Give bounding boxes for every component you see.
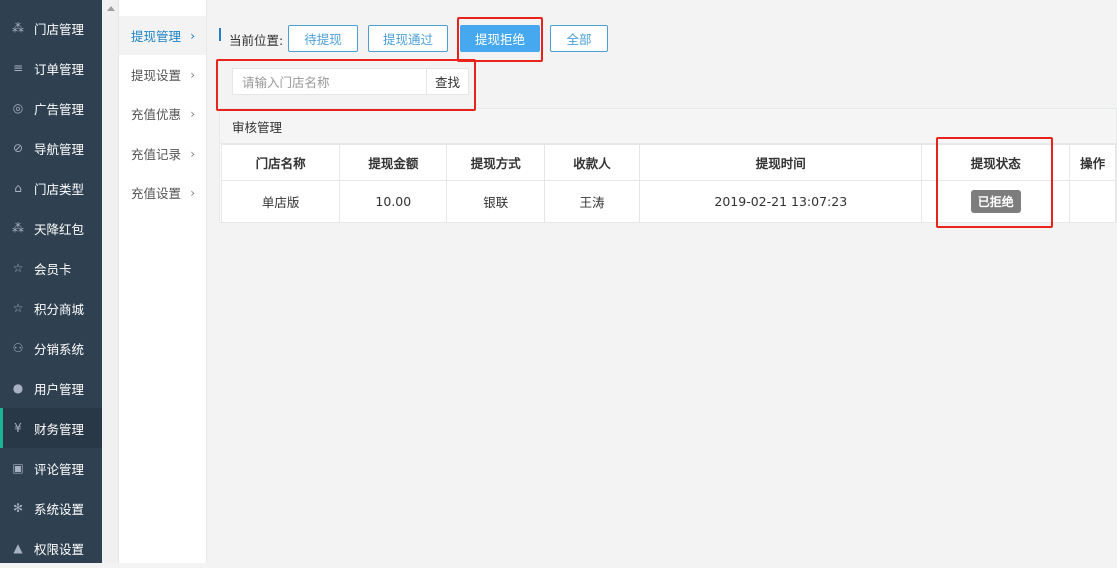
search-button[interactable]: 查找 bbox=[426, 68, 469, 95]
cell-status: 已拒绝 bbox=[921, 180, 1071, 223]
sidebar-item-store-management[interactable]: ⁂ 门店管理 bbox=[0, 8, 102, 48]
sidebar-item-label: 广告管理 bbox=[34, 101, 85, 117]
sidebar-item-label: 分销系统 bbox=[34, 341, 85, 357]
column-header-action: 操作 bbox=[1069, 144, 1116, 181]
table-row: 单店版 10.00 银联 王涛 2019-02-21 13:07:23 已拒绝 bbox=[220, 180, 1116, 223]
scroll-up-icon[interactable] bbox=[107, 6, 115, 11]
submenu-item-label: 充值设置 bbox=[131, 186, 182, 201]
sidebar-item-label: 导航管理 bbox=[34, 141, 85, 157]
sidebar-scrollbar[interactable] bbox=[102, 0, 119, 563]
list-icon: ≡ bbox=[12, 61, 24, 75]
sidebar-item-red-packet[interactable]: ⁂ 天降红包 bbox=[0, 208, 102, 248]
breadcrumb: 当前位置: bbox=[229, 33, 284, 48]
user-icon: ● bbox=[12, 381, 24, 395]
submenu-item-label: 提现管理 bbox=[131, 29, 182, 44]
submenu-item-recharge-discount[interactable]: 充值优惠 › bbox=[119, 94, 206, 133]
sidebar-item-label: 天降红包 bbox=[34, 221, 85, 237]
cubes-icon: ⁂ bbox=[12, 21, 24, 35]
sidebar-item-label: 权限设置 bbox=[34, 541, 85, 557]
filter-approved-button[interactable]: 提现通过 bbox=[368, 25, 448, 52]
sidebar-item-label: 用户管理 bbox=[34, 381, 85, 397]
submenu-item-label: 充值优惠 bbox=[131, 107, 182, 122]
chevron-right-icon: › bbox=[190, 29, 195, 43]
submenu-item-label: 提现设置 bbox=[131, 68, 182, 83]
sidebar-item-label: 系统设置 bbox=[34, 501, 85, 517]
submenu-item-withdraw-settings[interactable]: 提现设置 › bbox=[119, 55, 206, 94]
star-half-icon: ☆ bbox=[12, 301, 24, 315]
cell-time: 2019-02-21 13:07:23 bbox=[639, 180, 923, 223]
store-search-input[interactable]: 请输入门店名称 bbox=[232, 68, 427, 95]
lock-icon: ▲ bbox=[13, 541, 23, 555]
sidebar-item-label: 积分商城 bbox=[34, 301, 85, 317]
filter-rejected-button[interactable]: 提现拒绝 bbox=[460, 25, 540, 52]
chevron-right-icon: › bbox=[190, 147, 195, 161]
submenu-item-recharge-records[interactable]: 充值记录 › bbox=[119, 134, 206, 173]
column-header-method: 提现方式 bbox=[446, 144, 545, 181]
submenu-item-recharge-settings[interactable]: 充值设置 › bbox=[119, 173, 206, 212]
cubes-icon: ⁂ bbox=[12, 221, 24, 235]
sidebar-item-store-type[interactable]: ⌂ 门店类型 bbox=[0, 168, 102, 208]
submenu-item-label: 充值记录 bbox=[131, 147, 182, 162]
sidebar-item-comments[interactable]: ▣ 评论管理 bbox=[0, 448, 102, 488]
sidebar-item-label: 门店类型 bbox=[34, 181, 85, 197]
table-header-row: 门店名称 提现金额 提现方式 收款人 提现时间 提现状态 操作 bbox=[220, 144, 1116, 181]
sidebar-item-label: 会员卡 bbox=[34, 261, 72, 277]
sidebar-item-label: 财务管理 bbox=[34, 421, 85, 437]
status-badge: 已拒绝 bbox=[970, 190, 1021, 213]
submenu-item-withdraw-management[interactable]: 提现管理 › bbox=[119, 16, 206, 55]
sidebar-item-system-settings[interactable]: ✻ 系统设置 bbox=[0, 488, 102, 528]
cell-store: 单店版 bbox=[220, 180, 341, 223]
filter-pending-button[interactable]: 待提现 bbox=[288, 25, 358, 52]
finance-submenu: 提现管理 › 提现设置 › 充值优惠 › 充值记录 › 充值设置 › bbox=[119, 0, 207, 563]
chevron-right-icon: › bbox=[190, 107, 195, 121]
sidebar-item-finance[interactable]: ¥ 财务管理 bbox=[0, 408, 102, 448]
sidebar-item-nav-management[interactable]: ⊘ 导航管理 bbox=[0, 128, 102, 168]
withdrawals-table: 门店名称 提现金额 提现方式 收款人 提现时间 提现状态 操作 单店版 10.0… bbox=[220, 144, 1116, 223]
column-header-time: 提现时间 bbox=[639, 144, 923, 181]
chevron-right-icon: › bbox=[190, 68, 195, 82]
bank-icon: ⌂ bbox=[14, 181, 22, 195]
review-panel: 审核管理 门店名称 提现金额 提现方式 收款人 提现时间 提现状态 操作 单店版… bbox=[219, 108, 1117, 223]
gear-icon: ✻ bbox=[12, 501, 24, 515]
column-header-status: 提现状态 bbox=[921, 144, 1071, 181]
cell-action bbox=[1069, 180, 1116, 223]
sidebar-item-member-card[interactable]: ☆ 会员卡 bbox=[0, 248, 102, 288]
cell-amount: 10.00 bbox=[339, 180, 448, 223]
sidebar-item-permissions[interactable]: ▲ 权限设置 bbox=[0, 528, 102, 568]
money-icon: ▣ bbox=[12, 461, 24, 475]
sidebar-item-order-management[interactable]: ≡ 订单管理 bbox=[0, 48, 102, 88]
yen-icon: ¥ bbox=[14, 421, 22, 435]
users-icon: ⚇ bbox=[12, 341, 24, 355]
sidebar-item-distribution[interactable]: ⚇ 分销系统 bbox=[0, 328, 102, 368]
main-sidebar: ⁂ 门店管理 ≡ 订单管理 ◎ 广告管理 ⊘ 导航管理 ⌂ 门店类型 ⁂ 天降红… bbox=[0, 0, 102, 563]
sidebar-item-label: 评论管理 bbox=[34, 461, 85, 477]
filter-all-button[interactable]: 全部 bbox=[550, 25, 608, 52]
star-half-icon: ☆ bbox=[12, 261, 24, 275]
sidebar-item-ad-management[interactable]: ◎ 广告管理 bbox=[0, 88, 102, 128]
compass-icon: ⊘ bbox=[12, 141, 24, 155]
sidebar-item-user-management[interactable]: ● 用户管理 bbox=[0, 368, 102, 408]
column-header-amount: 提现金额 bbox=[339, 144, 448, 181]
cell-payee: 王涛 bbox=[543, 180, 641, 223]
column-header-store: 门店名称 bbox=[220, 144, 341, 181]
breadcrumb-marker bbox=[219, 28, 221, 41]
sidebar-item-label: 门店管理 bbox=[34, 21, 85, 37]
cell-method: 银联 bbox=[446, 180, 545, 223]
column-header-payee: 收款人 bbox=[543, 144, 641, 181]
sidebar-item-points-mall[interactable]: ☆ 积分商城 bbox=[0, 288, 102, 328]
chevron-right-icon: › bbox=[190, 186, 195, 200]
sidebar-item-label: 订单管理 bbox=[34, 61, 85, 77]
lifebuoy-icon: ◎ bbox=[12, 101, 24, 115]
main-content: 当前位置: 待提现 提现通过 提现拒绝 全部 请输入门店名称 查找 审核管理 门… bbox=[207, 0, 1117, 563]
panel-title: 审核管理 bbox=[220, 109, 1116, 144]
